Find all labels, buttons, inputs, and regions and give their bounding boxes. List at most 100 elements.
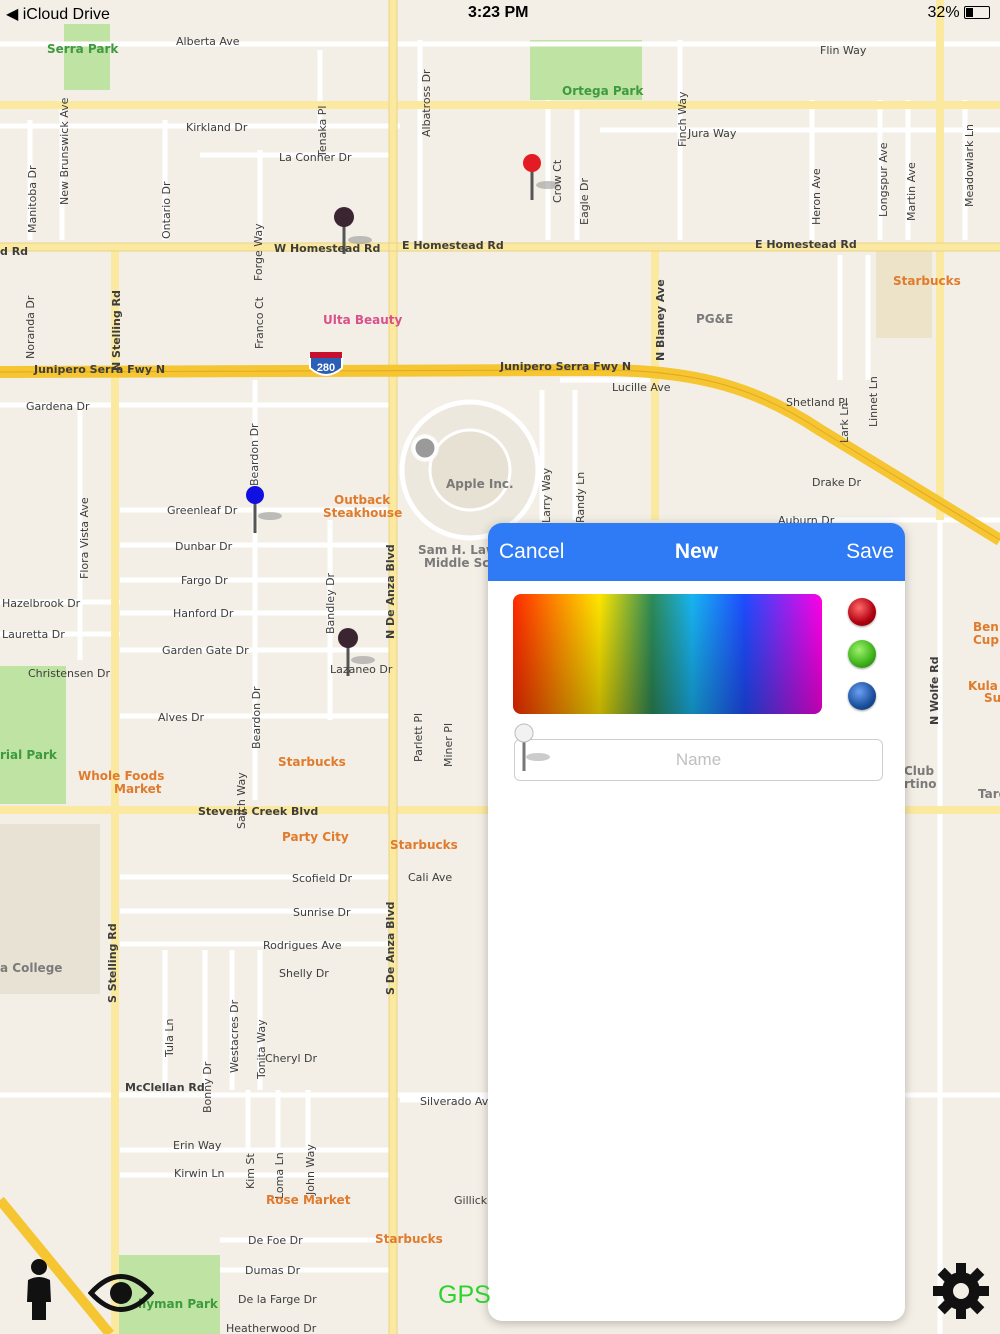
- poi-label: Serra Park: [47, 42, 119, 56]
- back-label[interactable]: iCloud Drive: [23, 6, 110, 23]
- road-label: Silverado Ave: [420, 1095, 495, 1108]
- road-label-vertical: Loma Ln: [273, 1152, 286, 1199]
- road-label-vertical: Flora Vista Ave: [78, 497, 91, 579]
- poi-label: Middle Sc: [424, 556, 489, 570]
- poi-label: a College: [0, 961, 62, 975]
- swatch-green[interactable]: [848, 640, 876, 668]
- road-label: Hazelbrook Dr: [2, 597, 81, 610]
- road-label: Lauretta Dr: [2, 628, 65, 641]
- color-spectrum-picker[interactable]: [513, 594, 822, 714]
- road-label: Hanford Dr: [173, 607, 234, 620]
- road-label: E Homestead Rd: [402, 239, 504, 252]
- road-label-vertical: N Wolfe Rd: [928, 656, 941, 725]
- road-label: Stevens Creek Blvd: [198, 805, 318, 818]
- road-label-vertical: Randy Ln: [574, 472, 587, 523]
- poi-label: Steakhouse: [323, 506, 402, 520]
- road-label-vertical: John Way: [304, 1144, 317, 1196]
- status-time: 3:23 PM: [468, 4, 529, 21]
- road-label-vertical: Bonny Dr: [201, 1061, 214, 1113]
- road-label-vertical: Crow Ct: [551, 159, 564, 203]
- poi-label: PG&E: [696, 312, 733, 326]
- road-label: Dunbar Dr: [175, 540, 233, 553]
- road-label-vertical: Linnet Ln: [867, 376, 880, 427]
- road-label-vertical: Beardon Dr: [250, 686, 263, 749]
- road-label-vertical: Tonita Way: [255, 1019, 268, 1080]
- cancel-button[interactable]: Cancel: [499, 540, 564, 564]
- road-label: De la Farge Dr: [238, 1293, 317, 1306]
- road-label-vertical: Heron Ave: [810, 168, 823, 225]
- poi-label: Whole Foods: [78, 769, 164, 783]
- swatch-blue[interactable]: [848, 682, 876, 710]
- road-label-vertical: Manitoba Dr: [26, 165, 39, 233]
- poi-label: Party City: [282, 830, 349, 844]
- road-label-vertical: Noranda Dr: [24, 295, 37, 359]
- road-label: Cali Ave: [408, 871, 452, 884]
- road-label-vertical: Parlett Pl: [412, 713, 425, 762]
- road-label: E Homestead Rd: [755, 238, 857, 251]
- road-label: Lazaneo Dr: [330, 663, 393, 676]
- road-label-vertical: Franco Ct: [253, 296, 266, 349]
- status-bar: ◀ iCloud Drive 3:23 PM 32%: [0, 0, 1000, 28]
- pin-name-input[interactable]: [514, 739, 883, 781]
- poi-label: Starbucks: [893, 274, 961, 288]
- battery-icon: [964, 6, 990, 20]
- save-button[interactable]: Save: [846, 540, 894, 564]
- eye-icon[interactable]: [88, 1268, 154, 1318]
- road-label-vertical: Kim St: [244, 1153, 257, 1189]
- pin-preview-icon: [514, 723, 550, 771]
- road-label-vertical: Lark Ln: [838, 403, 851, 443]
- road-label-vertical: New Brunswick Ave: [58, 97, 71, 205]
- poi-label: Ulta Beauty: [323, 313, 403, 327]
- road-label: Rodrigues Ave: [263, 939, 342, 952]
- poi-label: Rose Market: [266, 1193, 351, 1207]
- road-label-vertical: S De Anza Blvd: [384, 902, 397, 995]
- road-label-vertical: N Stelling Rd: [110, 290, 123, 371]
- poi-label: Club: [904, 764, 934, 778]
- poi-label: Ben: [973, 620, 999, 634]
- road-label: Greenleaf Dr: [167, 504, 238, 517]
- road-label-vertical: Finch Way: [676, 91, 689, 147]
- road-label: Scofield Dr: [292, 872, 352, 885]
- road-label-vertical: N De Anza Blvd: [384, 544, 397, 639]
- road-label: Kirkland Dr: [186, 121, 248, 134]
- swatch-red[interactable]: [848, 598, 876, 626]
- person-icon[interactable]: [22, 1258, 56, 1322]
- road-label-vertical: Forge Way: [252, 223, 265, 281]
- current-location-dot: [411, 434, 439, 462]
- road-label: Alves Dr: [158, 711, 205, 724]
- settings-gear-icon[interactable]: [932, 1262, 990, 1320]
- road-label: Erin Way: [173, 1139, 222, 1152]
- road-label: W Homestead Rd: [274, 242, 380, 255]
- road-label-vertical: Tenaka Pl: [316, 106, 329, 158]
- road-label: Junipero Serra Fwy N: [33, 363, 165, 376]
- poi-label: Starbucks: [375, 1232, 443, 1246]
- poi-label: Sam H. Law: [418, 543, 497, 557]
- battery-indicator: 32%: [928, 4, 990, 22]
- road-label: Gardena Dr: [26, 400, 90, 413]
- road-label: d Rd: [0, 245, 28, 258]
- poi-label: Ortega Park: [562, 84, 644, 98]
- road-label: Fargo Dr: [181, 574, 228, 587]
- road-label: Christensen Dr: [28, 667, 110, 680]
- poi-label: Cup: [973, 633, 999, 647]
- poi-label: Starbucks: [278, 755, 346, 769]
- road-label: Cheryl Dr: [265, 1052, 317, 1065]
- poi-label: rial Park: [0, 748, 58, 762]
- road-label-vertical: Larry Way: [540, 467, 553, 523]
- road-label-vertical: Martin Ave: [905, 162, 918, 221]
- road-label-vertical: Beardon Dr: [248, 423, 261, 486]
- road-label-vertical: Longspur Ave: [877, 142, 890, 217]
- road-label-vertical: Bandley Dr: [324, 572, 337, 634]
- road-label: De Foe Dr: [248, 1234, 303, 1247]
- back-to-icloud-drive[interactable]: ◀ iCloud Drive: [6, 4, 110, 24]
- poi-label: Apple Inc.: [446, 477, 514, 491]
- road-label-vertical: S Stelling Rd: [106, 923, 119, 1003]
- poi-label: Starbucks: [390, 838, 458, 852]
- poi-label: Su: [984, 691, 1000, 705]
- gps-label[interactable]: GPS: [438, 1281, 491, 1310]
- road-label: Lucille Ave: [612, 381, 671, 394]
- road-label: Garden Gate Dr: [162, 644, 249, 657]
- poi-label: Outback: [334, 493, 391, 507]
- road-label: Heatherwood Dr: [226, 1322, 317, 1334]
- road-label: McClellan Rd: [125, 1081, 205, 1094]
